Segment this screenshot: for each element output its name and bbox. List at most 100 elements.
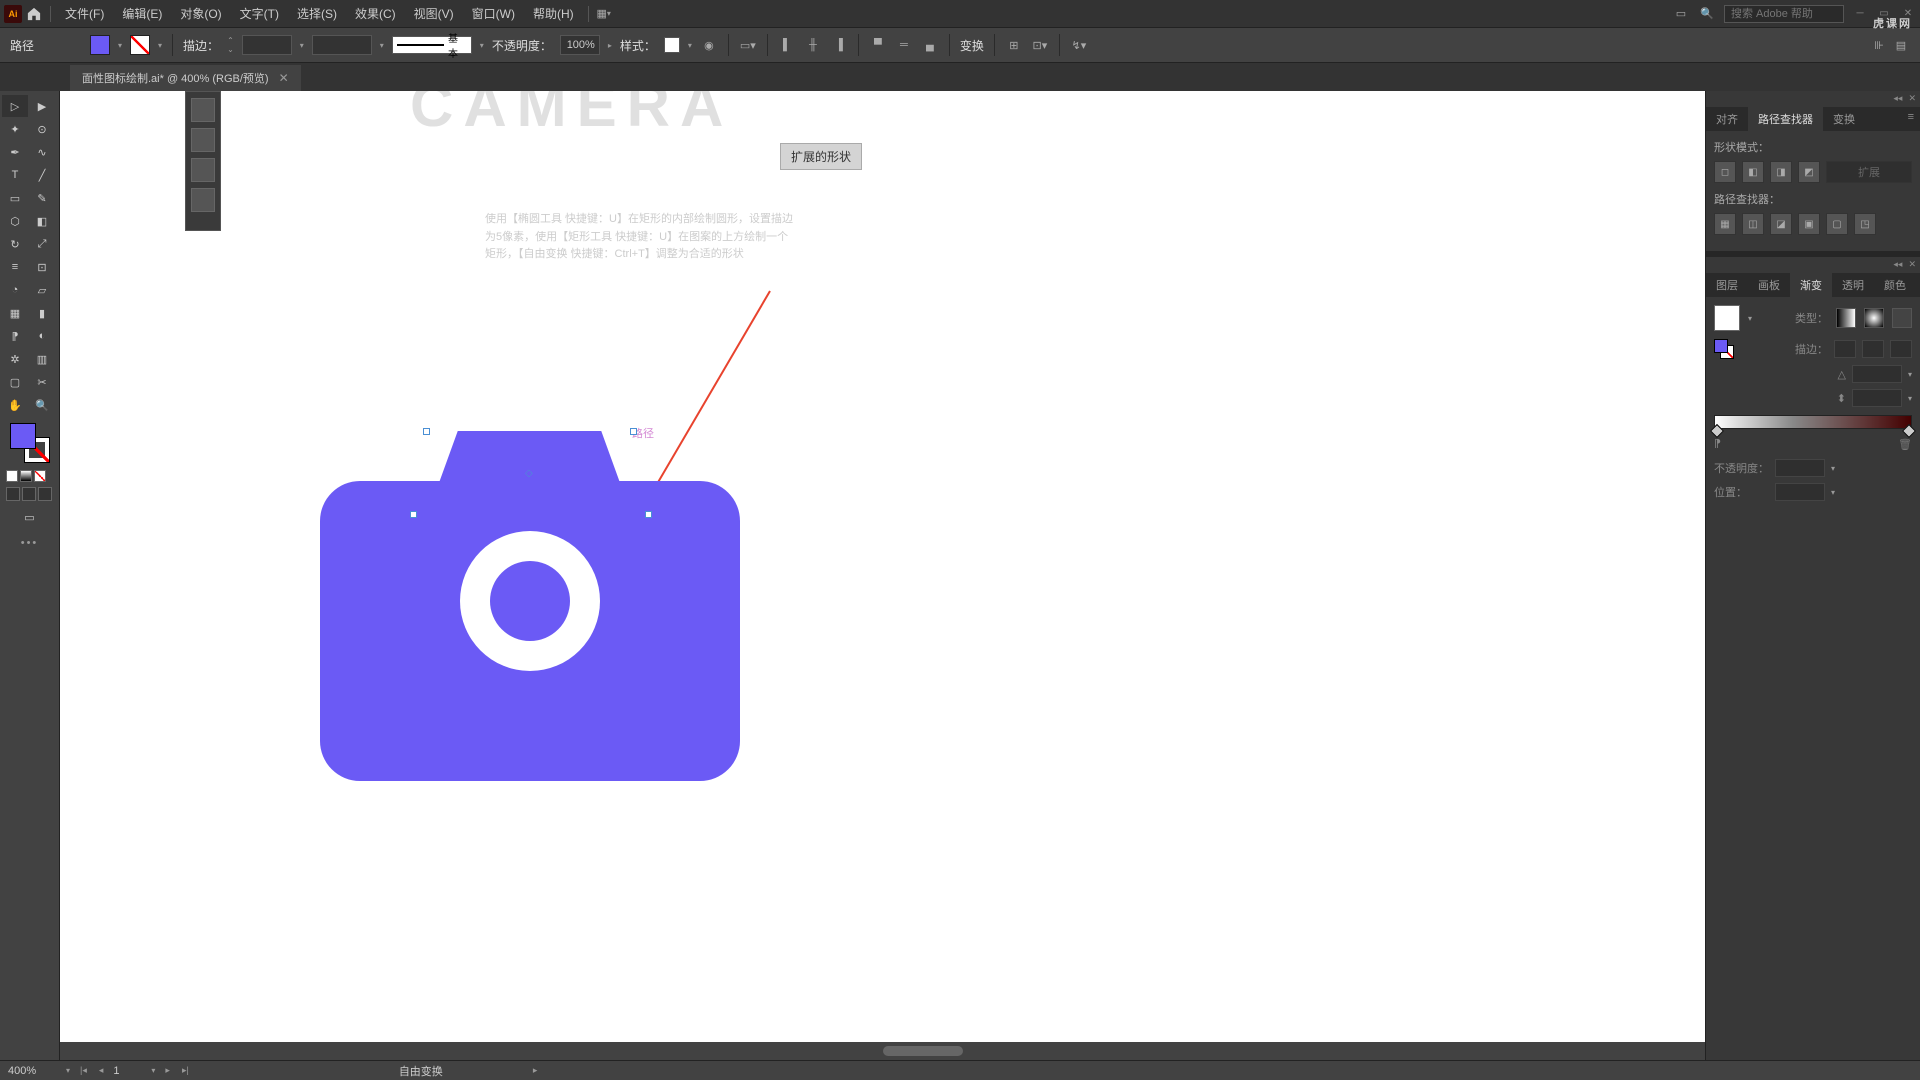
curvature-tool[interactable]: ∿ — [29, 141, 55, 163]
dropdown-icon[interactable]: ▾ — [1908, 370, 1912, 379]
panel-toggle-icon[interactable]: ⊪ — [1870, 36, 1888, 54]
search-input[interactable] — [1724, 5, 1844, 23]
menu-help[interactable]: 帮助(H) — [525, 1, 582, 26]
pen-tool[interactable]: ✒ — [2, 141, 28, 163]
magic-wand-tool[interactable]: ✦ — [2, 118, 28, 140]
artboard-dropdown-icon[interactable]: ▾ — [151, 1066, 155, 1075]
color-mode-btn[interactable] — [6, 470, 18, 482]
fill-color-swatch[interactable] — [90, 35, 110, 55]
shape-icon[interactable]: ⊡▾ — [1031, 36, 1049, 54]
menu-select[interactable]: 选择(S) — [289, 1, 345, 26]
artboard[interactable]: CAMERA 扩展的形状 使用【椭圆工具 快捷键：U】在矩形的内部绘制圆形，设置… — [60, 91, 1705, 1042]
radial-gradient-btn[interactable] — [1864, 308, 1884, 328]
close-panel-icon[interactable]: ✕ — [1908, 259, 1916, 271]
menu-file[interactable]: 文件(F) — [57, 1, 112, 26]
variable-width-profile[interactable] — [312, 35, 372, 55]
opacity-input[interactable] — [560, 35, 600, 55]
exclude-icon[interactable]: ◩ — [1798, 161, 1820, 183]
stroke-color-swatch[interactable] — [130, 35, 150, 55]
dropdown-icon[interactable]: ▾ — [688, 41, 692, 50]
transform-label[interactable]: 变换 — [960, 37, 984, 54]
expand-button[interactable]: 扩展 — [1826, 161, 1912, 183]
type-tool[interactable]: T — [2, 164, 28, 186]
align-center-v-icon[interactable]: ═ — [895, 36, 913, 54]
first-artboard-icon[interactable]: |◂ — [78, 1065, 89, 1076]
tab-pathfinder[interactable]: 路径查找器 — [1748, 107, 1823, 131]
tab-close-icon[interactable]: ✕ — [279, 71, 289, 85]
symbol-sprayer-tool[interactable]: ✲ — [2, 348, 28, 370]
menu-edit[interactable]: 编辑(E) — [114, 1, 170, 26]
align-center-h-icon[interactable]: ╫ — [804, 36, 822, 54]
align-left-icon[interactable]: ▌ — [778, 36, 796, 54]
panel-menu-icon[interactable]: ▤ — [1892, 36, 1910, 54]
freeform-gradient-btn[interactable] — [1892, 308, 1912, 328]
gradient-preview[interactable] — [1714, 305, 1740, 331]
dropdown-icon[interactable]: ▾ — [1908, 394, 1912, 403]
status-menu-icon[interactable]: ▸ — [531, 1065, 540, 1076]
unite-icon[interactable]: ◻ — [1714, 161, 1736, 183]
camera-lens-inner[interactable] — [490, 561, 570, 641]
opacity-slider-icon[interactable]: ▸ — [608, 41, 612, 50]
document-tab[interactable]: 面性图标绘制.ai* @ 400% (RGB/预览) ✕ — [70, 65, 301, 91]
tab-layers[interactable]: 图层 — [1706, 273, 1748, 297]
stroke-weight-input[interactable] — [242, 35, 292, 55]
tab-align[interactable]: 对齐 — [1706, 107, 1748, 131]
arrange-docs-icon[interactable]: ▦ ▾ — [595, 5, 613, 23]
linear-gradient-btn[interactable] — [1836, 308, 1856, 328]
zoom-dropdown-icon[interactable]: ▾ — [66, 1066, 70, 1075]
tab-color[interactable]: 颜色 — [1874, 273, 1916, 297]
eyedropper-tool[interactable]: ⁋ — [2, 325, 28, 347]
menu-type[interactable]: 文字(T) — [232, 1, 287, 26]
direct-selection-tool[interactable]: ▶ — [29, 95, 55, 117]
transform-handle[interactable] — [645, 511, 652, 518]
eraser-tool[interactable]: ◧ — [29, 210, 55, 232]
tab-transform[interactable]: 变换 — [1823, 107, 1865, 131]
gradient-stop[interactable] — [1710, 424, 1724, 438]
line-tool[interactable]: ╱ — [29, 164, 55, 186]
align-bottom-icon[interactable]: ▄ — [921, 36, 939, 54]
intersect-icon[interactable]: ◨ — [1770, 161, 1792, 183]
recolor-icon[interactable]: ◉ — [700, 36, 718, 54]
stroke-gradient-btn1[interactable] — [1834, 340, 1856, 358]
fill-swatch[interactable] — [10, 423, 36, 449]
crop-icon[interactable]: ▣ — [1798, 213, 1820, 235]
dropdown-icon[interactable]: ▾ — [380, 41, 384, 50]
align-right-icon[interactable]: ▐ — [830, 36, 848, 54]
minimize-icon[interactable]: ─ — [1852, 6, 1868, 22]
selection-tool[interactable]: ▷ — [2, 95, 28, 117]
panel-menu-icon[interactable]: ≡ — [1902, 107, 1920, 131]
home-icon[interactable] — [24, 4, 44, 24]
outline-icon[interactable]: ▢ — [1826, 213, 1848, 235]
close-panel-icon[interactable]: ✕ — [1908, 93, 1916, 105]
delete-stop-icon[interactable]: 🗑 — [1898, 438, 1912, 452]
restore-icon[interactable]: ▭ — [1876, 6, 1892, 22]
artboard-tool[interactable]: ▢ — [2, 371, 28, 393]
blend-tool[interactable]: ◐ — [29, 325, 55, 347]
horizontal-scrollbar[interactable] — [60, 1042, 1705, 1060]
fill-stroke-control[interactable] — [10, 423, 50, 463]
none-mode-btn[interactable] — [34, 470, 46, 482]
hand-tool[interactable]: ✋ — [2, 394, 28, 416]
shape-builder-tool[interactable]: ◔ — [2, 279, 28, 301]
free-transform-tool[interactable]: ⊡ — [29, 256, 55, 278]
draw-inside-btn[interactable] — [38, 487, 52, 501]
paintbrush-tool[interactable]: ✎ — [29, 187, 55, 209]
dropdown-icon[interactable]: ▾ — [1748, 314, 1752, 323]
zoom-tool[interactable]: 🔍 — [29, 394, 55, 416]
expand-shape-button[interactable]: 扩展的形状 — [780, 143, 862, 170]
gpu-icon[interactable]: ▭ — [1672, 5, 1690, 23]
eyedropper-icon[interactable]: ⁋ — [1714, 437, 1730, 453]
graphic-style-swatch[interactable] — [664, 37, 680, 53]
width-tool[interactable]: ≡ — [2, 256, 28, 278]
minus-front-icon[interactable]: ◧ — [1742, 161, 1764, 183]
tab-gradient[interactable]: 渐变 — [1790, 273, 1832, 297]
stroke-gradient-btn2[interactable] — [1862, 340, 1884, 358]
menu-effect[interactable]: 效果(C) — [347, 1, 404, 26]
transform-handle[interactable] — [630, 428, 637, 435]
perspective-tool[interactable]: ▱ — [29, 279, 55, 301]
rectangle-tool[interactable]: ▭ — [2, 187, 28, 209]
divide-icon[interactable]: ▦ — [1714, 213, 1736, 235]
column-graph-tool[interactable]: ▥ — [29, 348, 55, 370]
tab-artboards[interactable]: 画板 — [1748, 273, 1790, 297]
collapse-panel-icon[interactable]: ◂◂ — [1893, 259, 1902, 271]
